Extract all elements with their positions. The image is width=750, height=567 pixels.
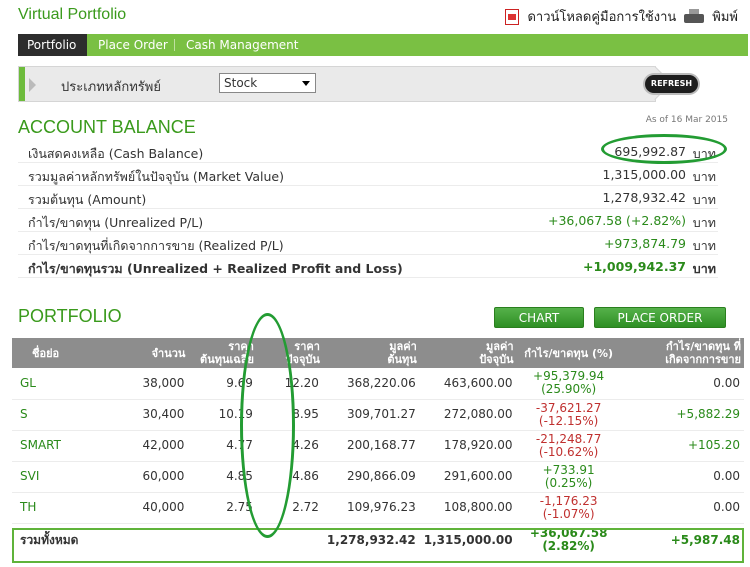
unrealized-pl-cell: -21,248.77 (-10.62%) bbox=[516, 430, 621, 462]
print-link[interactable]: พิมพ์ bbox=[712, 6, 738, 27]
balance-value: +36,067.58 (+2.82%) bbox=[547, 213, 686, 228]
balance-row-market-value: รวมมูลค่าหลักทรัพย์ในปัจจุบัน (Market Va… bbox=[18, 163, 718, 186]
market-value-cell: 272,080.00 bbox=[419, 399, 517, 431]
table-row[interactable]: TH 40,000 2.75 2.72 109,976.23 108,800.0… bbox=[12, 492, 744, 524]
refresh-button[interactable]: REFRESH bbox=[645, 75, 698, 93]
volume-cell: 30,400 bbox=[85, 399, 189, 431]
table-header-row: ชื่อย่อ จำนวน ราคา ต้นทุนเฉลี่ย ราคา ปัจจุ… bbox=[12, 338, 744, 368]
tab-separator bbox=[174, 39, 175, 51]
printer-icon[interactable] bbox=[684, 9, 705, 24]
balance-value: +973,874.79 bbox=[603, 236, 686, 251]
market-value-cell: 178,920.00 bbox=[419, 430, 517, 462]
col-market-value[interactable]: มูลค่า ปัจจุบัน bbox=[419, 338, 517, 368]
realized-pl-cell: 0.00 bbox=[620, 461, 744, 493]
balance-row-amount: รวมต้นทุน (Amount) 1,278,932.42 บาท bbox=[18, 186, 718, 209]
security-type-label: ประเภทหลักทรัพย์ bbox=[61, 80, 161, 95]
cost-value-cell: 309,701.27 bbox=[322, 399, 420, 431]
place-order-button[interactable]: PLACE ORDER bbox=[594, 307, 726, 328]
symbol-cell[interactable]: GL bbox=[12, 368, 86, 400]
filter-accent bbox=[19, 67, 25, 101]
total-row-highlight bbox=[12, 528, 744, 563]
balance-value: 1,315,000.00 bbox=[602, 167, 687, 182]
volume-cell: 38,000 bbox=[85, 368, 189, 400]
unrealized-pl-cell: +733.91 (0.25%) bbox=[516, 461, 621, 493]
volume-cell: 42,000 bbox=[85, 430, 189, 462]
table-row[interactable]: SVI 60,000 4.85 4.86 290,866.09 291,600.… bbox=[12, 461, 744, 493]
realized-pl-cell: 0.00 bbox=[620, 368, 744, 400]
balance-row-total-pl: กำไร/ขาดทุนรวม (Unrealized + Realized Pr… bbox=[18, 255, 718, 278]
col-realized-pl[interactable]: กำไร/ขาดทุน ที่ เกิดจากการขาย bbox=[620, 338, 744, 368]
realized-pl-cell: +105.20 bbox=[620, 430, 744, 462]
market-value-cell: 108,800.00 bbox=[419, 492, 517, 524]
annotation-circle-cash bbox=[601, 134, 727, 164]
pdf-icon[interactable] bbox=[505, 8, 520, 25]
table-row[interactable]: S 30,400 10.19 8.95 309,701.27 272,080.0… bbox=[12, 399, 744, 431]
symbol-cell[interactable]: SMART bbox=[12, 430, 86, 462]
col-volume[interactable]: จำนวน bbox=[85, 338, 189, 368]
unrealized-pl-cell: -1,176.23 (-1.07%) bbox=[516, 492, 621, 524]
cost-value-cell: 368,220.06 bbox=[322, 368, 420, 400]
currency-unit: บาท bbox=[692, 215, 716, 230]
table-row[interactable]: SMART 42,000 4.77 4.26 200,168.77 178,92… bbox=[12, 430, 744, 462]
annotation-circle-avg-cost bbox=[240, 313, 295, 538]
table-row[interactable]: GL 38,000 9.69 12.20 368,220.06 463,600.… bbox=[12, 368, 744, 400]
tab-bar: Portfolio Place Order Cash Management bbox=[18, 34, 748, 56]
security-type-select[interactable]: Stock bbox=[219, 73, 316, 93]
market-value-cell: 291,600.00 bbox=[419, 461, 517, 493]
col-unrealized-pl[interactable]: กำไร/ขาดทุน (%) bbox=[516, 338, 621, 368]
tab-cash-management[interactable]: Cash Management bbox=[177, 34, 307, 56]
balance-row-unrealized: กำไร/ขาดทุน (Unrealized P/L) +36,067.58 … bbox=[18, 209, 718, 232]
symbol-cell[interactable]: TH bbox=[12, 492, 86, 524]
security-type-filter: ประเภทหลักทรัพย์ Stock bbox=[18, 66, 672, 102]
unrealized-pl-cell: -37,621.27 (-12.15%) bbox=[516, 399, 621, 431]
top-bar: Virtual Portfolio ดาวน์โหลดคู่มือการใช้ง… bbox=[0, 0, 750, 34]
cost-value-cell: 290,866.09 bbox=[322, 461, 420, 493]
as-of-date: As of 16 Mar 2015 bbox=[645, 115, 728, 125]
portfolio-table: ชื่อย่อ จำนวน ราคา ต้นทุนเฉลี่ย ราคา ปัจจุ… bbox=[12, 338, 744, 557]
app-title: Virtual Portfolio bbox=[18, 6, 127, 23]
market-value-cell: 463,600.00 bbox=[419, 368, 517, 400]
chevron-right-icon bbox=[29, 78, 36, 92]
currency-unit: บาท bbox=[692, 169, 716, 184]
currency-unit: บาท bbox=[692, 238, 716, 253]
tab-portfolio[interactable]: Portfolio bbox=[18, 34, 87, 56]
top-links: ดาวน์โหลดคู่มือการใช้งาน พิมพ์ bbox=[505, 6, 738, 27]
col-symbol[interactable]: ชื่อย่อ bbox=[12, 338, 86, 368]
balance-label: รวมมูลค่าหลักทรัพย์ในปัจจุบัน (Market Va… bbox=[28, 169, 284, 184]
realized-pl-cell: 0.00 bbox=[620, 492, 744, 524]
currency-unit: บาท bbox=[692, 261, 716, 276]
realized-pl-cell: +5,882.29 bbox=[620, 399, 744, 431]
unrealized-pl-cell: +95,379.94 (25.90%) bbox=[516, 368, 621, 400]
account-balance-table: เงินสดคงเหลือ (Cash Balance) 695,992.87 … bbox=[18, 140, 718, 278]
balance-label: เงินสดคงเหลือ (Cash Balance) bbox=[28, 146, 204, 161]
balance-value: +1,009,942.37 bbox=[583, 259, 686, 274]
volume-cell: 60,000 bbox=[85, 461, 189, 493]
download-manual-link[interactable]: ดาวน์โหลดคู่มือการใช้งาน bbox=[527, 6, 676, 27]
account-balance-title: ACCOUNT BALANCE bbox=[18, 117, 196, 137]
symbol-cell[interactable]: S bbox=[12, 399, 86, 431]
security-type-value: Stock bbox=[224, 76, 258, 90]
currency-unit: บาท bbox=[692, 192, 716, 207]
balance-label: กำไร/ขาดทุนรวม (Unrealized + Realized Pr… bbox=[28, 261, 403, 276]
balance-label: กำไร/ขาดทุน (Unrealized P/L) bbox=[28, 215, 204, 230]
cost-value-cell: 200,168.77 bbox=[322, 430, 420, 462]
volume-cell: 40,000 bbox=[85, 492, 189, 524]
portfolio-title: PORTFOLIO bbox=[18, 306, 122, 326]
symbol-cell[interactable]: SVI bbox=[12, 461, 86, 493]
chevron-down-icon bbox=[302, 81, 310, 86]
balance-value: 1,278,932.42 bbox=[602, 190, 687, 205]
cost-value-cell: 109,976.23 bbox=[322, 492, 420, 524]
balance-row-realized: กำไร/ขาดทุนที่เกิดจากการขาย (Realized P/… bbox=[18, 232, 718, 255]
balance-label: รวมต้นทุน (Amount) bbox=[28, 192, 147, 207]
chart-button[interactable]: CHART bbox=[494, 307, 584, 328]
tab-place-order[interactable]: Place Order bbox=[89, 34, 177, 56]
col-cost-value[interactable]: มูลค่า ต้นทุน bbox=[322, 338, 420, 368]
balance-label: กำไร/ขาดทุนที่เกิดจากการขาย (Realized P/… bbox=[28, 238, 284, 253]
